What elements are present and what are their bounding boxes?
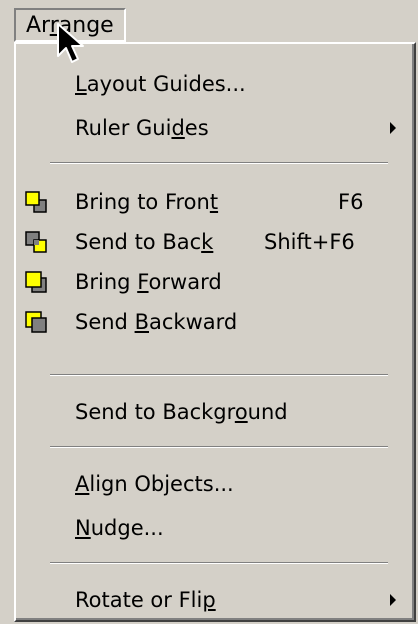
menu-title-mnemonic: r (49, 13, 59, 38)
menu-title-text-rest: ange (58, 13, 114, 38)
menu-item-rotate-or-flip[interactable]: Rotate or Flip (16, 580, 412, 620)
menu-item-send-to-back[interactable]: Send to Back Shift+F6 (16, 222, 412, 262)
menu-title-text: Ar (26, 13, 50, 38)
menu-item-nudge[interactable]: Nudge... (16, 508, 412, 548)
menu-item-ruler-guides[interactable]: Ruler Guides (16, 108, 412, 148)
arrange-dropdown-menu: Layout Guides... Ruler Guides Bring to F… (14, 42, 416, 622)
menu-item-label: Rotate or Flip (75, 588, 216, 612)
shortcut-label: Shift+F6 (264, 230, 355, 254)
menu-item-align-objects[interactable]: Align Objects... (16, 464, 412, 504)
menu-item-label: Bring to Front (75, 190, 219, 214)
send-backward-icon (25, 311, 47, 333)
menu-item-label: Send to Background (75, 400, 288, 424)
menu-item-label: Ruler Guides (75, 116, 209, 140)
menu-separator (50, 374, 388, 376)
menu-item-send-to-background[interactable]: Send to Background (16, 392, 412, 432)
menu-item-label: Nudge... (75, 516, 164, 540)
send-to-back-icon (25, 231, 47, 253)
menu-item-bring-forward[interactable]: Bring Forward (16, 262, 412, 302)
menu-item-label: Bring Forward (75, 270, 222, 294)
bring-forward-icon (25, 271, 47, 293)
menu-item-label: Send to Back (75, 230, 214, 254)
submenu-arrow-icon (390, 122, 396, 134)
menu-item-label: Align Objects... (75, 472, 234, 496)
menu-arrange[interactable]: Arrange (14, 8, 126, 42)
menu-item-layout-guides[interactable]: Layout Guides... (16, 64, 412, 104)
menu-separator (50, 162, 388, 164)
submenu-arrow-icon (390, 594, 396, 606)
menu-item-label: Layout Guides... (75, 72, 246, 96)
bring-to-front-icon (25, 191, 47, 213)
menu-separator (50, 446, 388, 448)
menu-bar: Arrange (0, 0, 418, 44)
menu-item-send-backward[interactable]: Send Backward (16, 302, 412, 342)
shortcut-label: F6 (338, 190, 364, 214)
menu-item-label: Send Backward (75, 310, 238, 334)
menu-item-bring-to-front[interactable]: Bring to Front F6 (16, 182, 412, 222)
menu-separator (50, 562, 388, 564)
